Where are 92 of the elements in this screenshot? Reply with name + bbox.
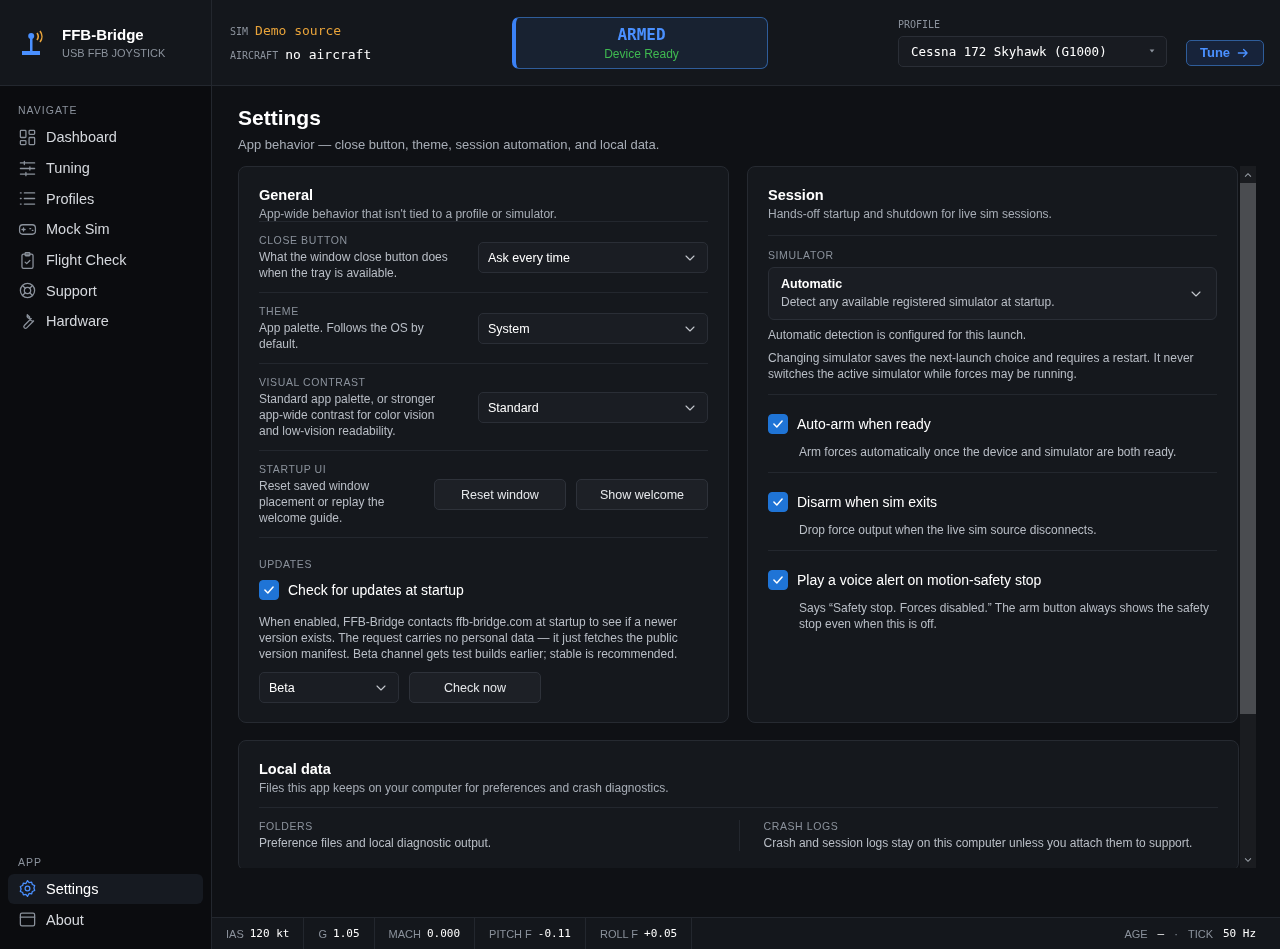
card-subtitle: Hands-off startup and shutdown for live sim sessions. [768,207,1053,221]
readout-value: — [1157,927,1165,940]
setting-label: CLOSE BUTTON [259,234,349,246]
readout-label: ROLL F [599,927,639,940]
checkbox[interactable] [259,580,279,600]
dropdown[interactable]: Standard [478,392,708,423]
setting-description: Standard app palette, or stronger app-wide contrast for color vision and low-vision readability. [259,391,437,439]
nav-item[interactable]: About [8,904,203,935]
note-text: Automatic detection is configured for this launch. [768,327,1028,343]
page-title: Settings [238,106,322,130]
readout-label: MACH [388,927,421,940]
checkbox[interactable] [768,492,788,512]
page-subtitle: App behavior — close button, theme, session automation, and local data. [238,137,661,152]
setting-label: FOLDERS [259,820,314,832]
setting-description: App palette. Follows the OS by default. [259,320,425,352]
readout-value: 120 kt [249,927,290,940]
setting-label: STARTUP UI [259,463,328,475]
card-title: Session [768,187,825,203]
setting-label: VISUAL CONTRAST [259,376,367,388]
readout-value: 0.000 [426,927,461,940]
checkbox-label: Check for updates at startup [288,582,464,598]
app-title: FFB-Bridge [62,26,145,43]
readout-value: -0.11 [537,927,571,940]
section-heading: APP [17,855,43,868]
setting-description: Crash and session logs stay on this computer unless you attach them to support. [763,835,1194,851]
dropdown[interactable]: Ask every time [478,242,708,273]
updates-description: When enabled, FFB-Bridge contacts ffb-bridge.com at startup to see if a newer version exists. The request carries no personal data — it just fetches the public version manifest. Beta channel gets test builds earlier; stable is recommended. [259,614,679,662]
dropdown[interactable]: Beta [259,672,399,703]
readout-label: AGE [1124,927,1148,940]
source-label: AIRCRAFT [230,50,279,61]
readout-value: 50 Hz [1222,927,1257,940]
readout-value: +0.05 [644,927,678,940]
app-subtitle: USB FFB JOYSTICK [62,47,166,59]
setting-description: Reset saved window placement or replay the welcome guide. [259,478,386,526]
check-now-button[interactable]: Check now [409,672,541,703]
dropdown[interactable]: System [478,313,708,344]
checkbox[interactable] [768,570,788,590]
nav-item[interactable]: Support [8,275,203,307]
check-icon [262,583,276,597]
profile-dropdown[interactable]: Cessna 172 Skyhawk (G1000) [898,35,1167,67]
option-description: Arm forces automatically once the device and simulator are both ready. [799,444,1178,460]
nav-item[interactable]: Dashboard [8,122,203,153]
nav-item[interactable]: Mock Sim [8,214,203,245]
check-icon [771,573,785,587]
simulator-dropdown[interactable]: Automatic Detect any available registered simulator at startup. [768,267,1217,320]
readout-label: IAS [226,927,244,940]
readout-label: G [318,927,328,940]
nav-item[interactable]: Profiles [8,183,203,215]
nav-item[interactable]: Flight Check [8,244,203,276]
note-text: Changing simulator saves the next-launch choice and requires a restart. It never switches the active simulator while forces may be running. [768,350,1195,382]
action-button[interactable]: Reset window [434,479,566,510]
separator-dot: · [1174,927,1178,940]
setting-description: What the window close button does when the tray is available. [259,249,449,281]
setting-label: CRASH LOGS [763,820,840,832]
card-title: General [259,187,314,203]
status-title: ARMED [617,24,666,44]
source-value: Demo source [255,23,342,38]
setting-label: SIMULATOR [768,235,1217,261]
section-heading: NAVIGATE [17,104,79,116]
check-icon [771,495,785,509]
checkbox-label: Auto-arm when ready [797,416,931,432]
profile-label: PROFILE [898,18,942,30]
nav-item[interactable]: Settings [8,873,203,905]
setting-description: Preference files and local diagnostic output. [259,835,493,851]
setting-label: UPDATES [259,558,313,570]
grid-icon [18,127,37,147]
nav-item[interactable]: Hardware [8,306,203,337]
card-title: Local data [259,761,332,777]
option-description: Says “Safety stop. Forces disabled.” The arm button always shows the safety stop even when this is off. [799,600,1210,632]
checkbox-label: Disarm when sim exits [797,494,938,510]
source-value: no aircraft [285,47,372,62]
lifebuoy-icon [18,281,37,301]
checkbox[interactable] [768,414,788,434]
status-subtitle: Device Ready [604,46,679,61]
sliders-icon [18,158,37,178]
readout-value: 1.05 [333,927,360,940]
caret-down-icon [1148,47,1156,55]
action-button[interactable]: Show welcome [576,479,708,510]
scrollbar[interactable] [1240,166,1257,868]
settings-icon [18,879,37,899]
option-description: Drop force output when the live sim source disconnects. [799,522,1098,538]
card-subtitle: Files this app keeps on your computer for preferences and crash diagnostics. [259,781,670,795]
checkbox-label: Play a voice alert on motion-safety stop [797,572,1042,588]
readout-label: TICK [1187,927,1213,940]
card-subtitle: App-wide behavior that isn't tied to a profile or simulator. [259,207,558,221]
clipboard-icon [18,250,37,270]
tune-button[interactable]: Tune [1186,39,1265,66]
setting-label: THEME [259,305,300,317]
check-icon [771,417,785,431]
nav-item[interactable]: Tuning [8,152,203,184]
readout-label: PITCH F [489,927,532,940]
source-label: SIM [230,26,249,37]
